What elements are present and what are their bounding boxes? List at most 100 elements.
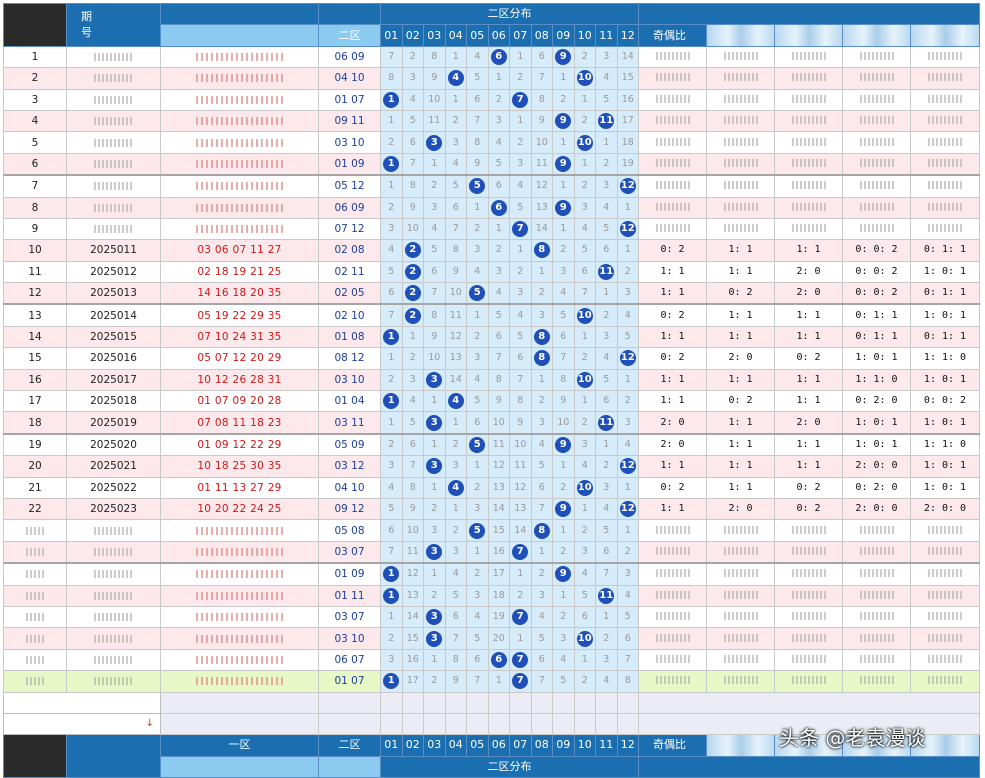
omission-value: 3 <box>474 503 481 515</box>
blank-dist[interactable] <box>466 712 489 736</box>
blurred-text <box>26 547 44 556</box>
row-index: 18 <box>3 411 67 435</box>
zone2-cell: 01 08 <box>318 325 381 349</box>
ratio-value: 1: 1: 0 <box>855 373 898 385</box>
dist-cell: 1 <box>380 670 403 693</box>
number-footer-05: 05 <box>466 734 489 757</box>
omission-value: 1 <box>538 373 545 385</box>
ratio-cell <box>910 174 980 198</box>
dist-cell: 5 <box>530 455 553 478</box>
blank-dist[interactable] <box>466 691 489 714</box>
ratio-cell: 0: 1: 1 <box>842 325 911 349</box>
omission-value: 13 <box>449 352 462 364</box>
omission-value: 2 <box>517 72 524 84</box>
zone1-cell: 10 12 26 28 31 <box>160 368 319 392</box>
dist-cell: 11 <box>595 109 618 133</box>
number-header-04: 04 <box>444 24 467 47</box>
zone1-numbers: 10 12 26 28 31 <box>197 373 282 386</box>
omission-value: 6 <box>581 265 588 277</box>
blank-dist[interactable] <box>487 691 510 714</box>
omission-value: 7 <box>560 352 567 364</box>
period-cell: 2025015 <box>66 325 161 349</box>
blank-dist[interactable] <box>423 691 446 714</box>
dist-cell: 10 <box>552 411 575 435</box>
blank-zone1[interactable] <box>160 712 319 736</box>
blurred-text <box>655 181 690 190</box>
zone2-cell: 02 08 <box>318 239 381 262</box>
omission-value: 7 <box>474 115 481 127</box>
blank-dist[interactable] <box>552 691 575 714</box>
blank-dist[interactable] <box>530 691 553 714</box>
blank-dist[interactable] <box>487 712 510 736</box>
blank-dist[interactable] <box>616 712 639 736</box>
ball-marker: 10 <box>576 134 593 151</box>
blank-dist[interactable] <box>595 712 618 736</box>
dist-cell: 1 <box>573 390 596 413</box>
blank-zone2[interactable] <box>318 712 381 736</box>
ball-marker: 1 <box>383 393 400 410</box>
dist-cell: 3 <box>423 455 446 478</box>
blank-dist[interactable] <box>380 691 403 714</box>
zone2-footer-bottom <box>318 755 381 778</box>
blank-zone1[interactable] <box>160 691 319 714</box>
omission-value: 2 <box>603 460 610 472</box>
dist-cell: 2 <box>573 670 596 693</box>
dist-cell: 11 <box>444 303 467 327</box>
omission-value: 12 <box>492 460 505 472</box>
ratio-cell <box>842 670 911 693</box>
dist-cell: 3 <box>380 217 403 241</box>
omission-value: 4 <box>603 201 610 213</box>
omission-value: 10 <box>492 416 505 428</box>
blank-dist[interactable] <box>423 712 446 736</box>
blank-zone2[interactable] <box>318 691 381 714</box>
dist-cell: 5 <box>509 196 532 219</box>
blank-dist[interactable] <box>401 712 424 736</box>
row-index: 14 <box>3 325 67 349</box>
blank-dist[interactable] <box>509 712 532 736</box>
row-index <box>3 540 67 564</box>
number-footer-09: 09 <box>552 734 575 757</box>
ratio-cell <box>774 540 843 564</box>
input-cell[interactable]: ↓ <box>3 712 161 736</box>
ratio-value: 2: 0 <box>796 265 821 277</box>
dist-cell: 2 <box>573 109 596 133</box>
blank-dist[interactable] <box>595 691 618 714</box>
period-header-label: 期 号 <box>81 9 92 39</box>
blank-dist[interactable] <box>616 691 639 714</box>
blank-ratio[interactable] <box>638 691 980 714</box>
blank-dist[interactable] <box>380 712 403 736</box>
blank-dist[interactable] <box>573 691 596 714</box>
omission-value: 1 <box>560 524 567 536</box>
input-cell[interactable] <box>3 691 161 714</box>
blank-dist[interactable] <box>530 712 553 736</box>
blank-dist[interactable] <box>444 712 467 736</box>
ratio-cell: 0: 2 <box>638 347 707 370</box>
blank-dist[interactable] <box>401 691 424 714</box>
blurred-text <box>655 546 690 555</box>
omission-value: 2 <box>560 611 567 623</box>
table-row: 12 2025013 14 16 18 20 35 02 05 6 2 7 10 5 4 3 2 4 7 1… <box>3 282 980 305</box>
blurred-text <box>723 181 758 190</box>
blank-dist[interactable] <box>573 712 596 736</box>
blank-dist[interactable] <box>444 691 467 714</box>
period-cell: 2025020 <box>66 432 161 457</box>
period-cell <box>66 670 161 693</box>
dist-cell: 13 <box>530 196 553 219</box>
blank-dist[interactable] <box>552 712 575 736</box>
period-cell <box>66 627 161 650</box>
blurred-text <box>26 526 44 535</box>
ratio-cell <box>910 540 980 564</box>
dist-cell: 1 <box>509 239 532 262</box>
blurred-text <box>859 181 894 190</box>
omission-value: 10 <box>449 287 462 299</box>
dist-cell: 6 <box>487 325 510 349</box>
ratio-cell <box>910 627 980 650</box>
number-label: 06 <box>491 738 506 752</box>
blank-dist[interactable] <box>509 691 532 714</box>
dist-cell: 11 <box>401 540 424 564</box>
odd-even-header: 奇偶比 <box>638 24 707 47</box>
row-index-label: 8 <box>31 201 39 214</box>
omission-value: 4 <box>388 244 395 256</box>
zone2-numbers: 02 11 <box>334 265 365 278</box>
omission-value: 1 <box>474 460 481 472</box>
